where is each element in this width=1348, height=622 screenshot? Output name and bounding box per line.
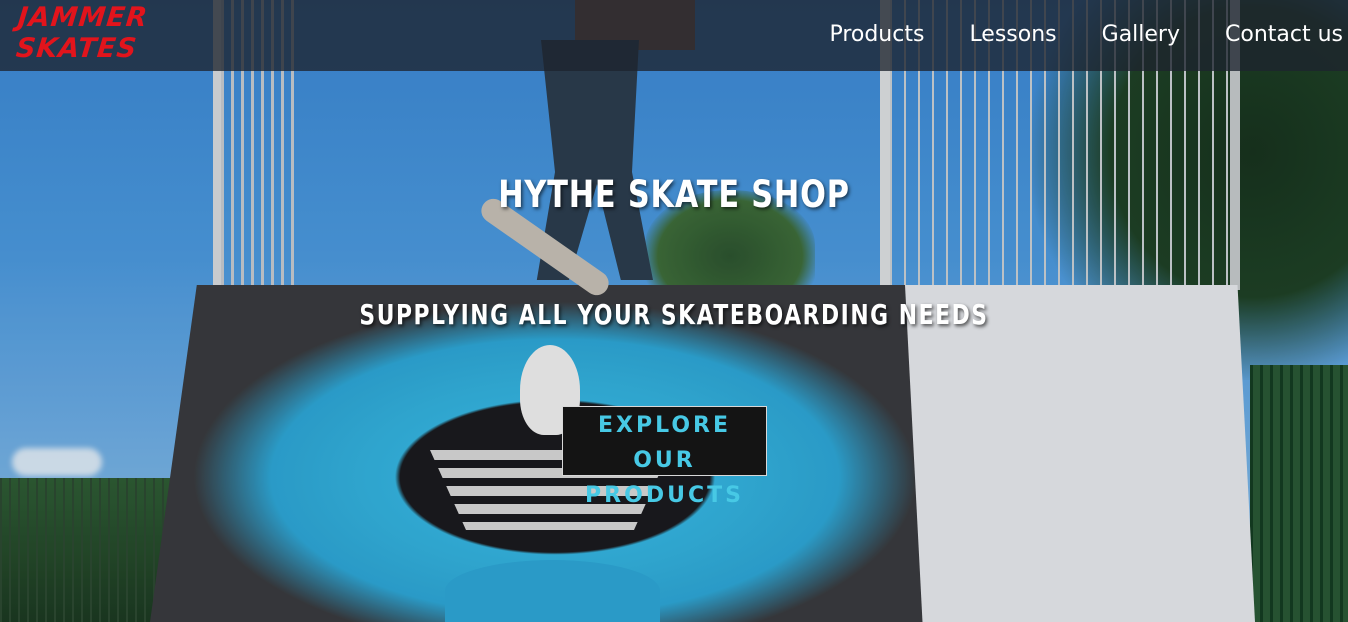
main-nav: Products Lessons Gallery Contact us [784,18,1343,52]
navbar: JAMMER SKATES Products Lessons Gallery C… [0,0,1348,71]
hero-section: HYTHE SKATE SHOP SUPPLYING ALL YOUR SKAT… [0,0,1348,622]
page-subtitle: SUPPLYING ALL YOUR SKATEBOARDING NEEDS [359,298,989,332]
explore-products-button[interactable]: EXPLORE OUR PRODUCTS [562,406,767,508]
nav-link-products[interactable]: Products [829,18,924,52]
nav-link-gallery[interactable]: Gallery [1102,18,1180,52]
logo[interactable]: JAMMER SKATES [13,2,150,68]
logo-line-2: SKATES [14,33,139,64]
page-title: HYTHE SKATE SHOP [498,172,850,216]
nav-link-lessons[interactable]: Lessons [969,18,1056,52]
logo-line-1: JAMMER [16,2,150,33]
nav-link-contact[interactable]: Contact us [1225,18,1343,52]
